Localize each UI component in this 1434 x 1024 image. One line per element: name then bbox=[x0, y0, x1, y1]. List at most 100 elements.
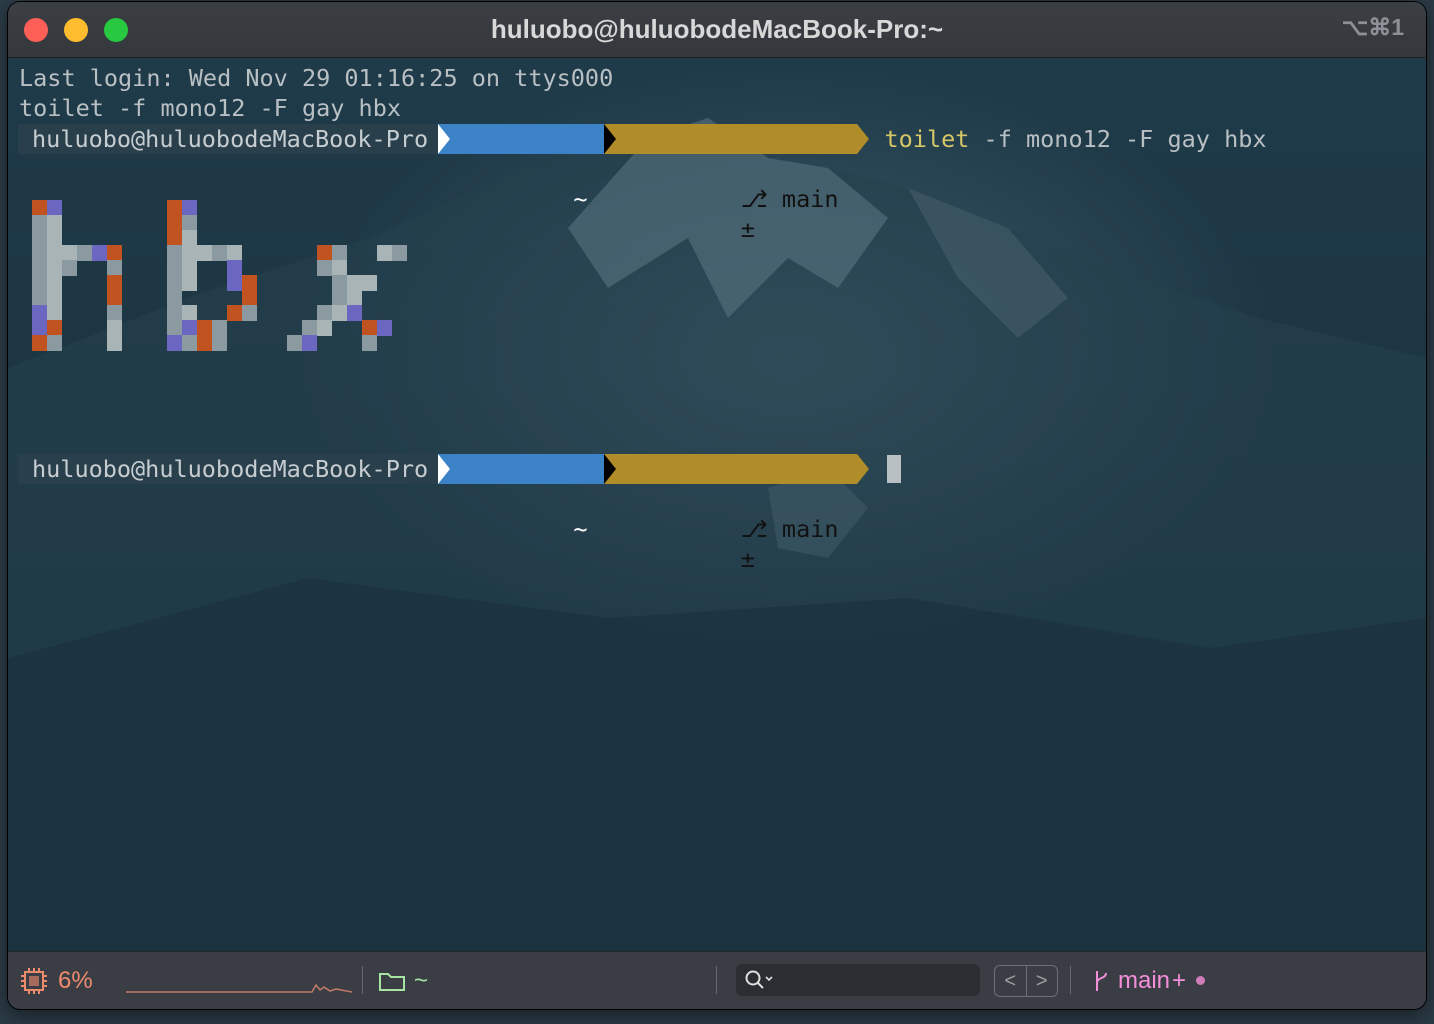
banner-pixel bbox=[47, 260, 62, 276]
banner-pixel bbox=[197, 245, 212, 261]
banner-pixel bbox=[167, 215, 182, 231]
banner-pixel bbox=[107, 320, 122, 336]
banner-pixel bbox=[347, 290, 362, 306]
cpu-indicator[interactable]: 6% bbox=[20, 952, 93, 1009]
banner-pixel bbox=[332, 290, 347, 306]
prompt-dir: ~ bbox=[573, 185, 588, 213]
git-branch-icon bbox=[1096, 970, 1107, 991]
banner-pixel bbox=[182, 200, 197, 216]
current-folder[interactable]: ~ bbox=[378, 952, 428, 1009]
banner-pixel bbox=[32, 215, 47, 231]
banner-pixel bbox=[242, 275, 257, 291]
banner-pixel bbox=[62, 245, 77, 261]
prompt-git-branch: main bbox=[781, 515, 839, 543]
banner-pixel bbox=[167, 245, 182, 261]
last-login-line: Last login: Wed Nov 29 01:16:25 on ttys0… bbox=[19, 64, 614, 92]
segment-end-arrow-icon bbox=[856, 124, 869, 154]
banner-pixel bbox=[167, 200, 182, 216]
prompt-line-2: huluobo@huluobodeMacBook-Pro ~ ⎇ main ± bbox=[18, 454, 901, 573]
banner-pixel bbox=[32, 320, 47, 336]
terminal-content[interactable]: Last login: Wed Nov 29 01:16:25 on ttys0… bbox=[8, 58, 1426, 951]
folder-icon bbox=[379, 972, 405, 991]
prompt-git-status: ± bbox=[740, 215, 755, 243]
prompt-git-segment: ⎇ main ± bbox=[603, 124, 857, 243]
prompt-user-host: huluobo@huluobodeMacBook-Pro bbox=[18, 124, 439, 154]
banner-pixel bbox=[107, 275, 122, 291]
banner-pixel bbox=[92, 245, 107, 261]
chevron-left-icon: < bbox=[1004, 969, 1017, 992]
folder-path: ~ bbox=[414, 966, 429, 994]
banner-pixel bbox=[47, 290, 62, 306]
command-args: -f mono12 -F gay hbx bbox=[969, 125, 1267, 153]
search-input[interactable] bbox=[736, 964, 980, 996]
status-bar: 6% ~ < > main + bbox=[8, 951, 1426, 1009]
segment-separator-icon bbox=[603, 454, 616, 484]
banner-pixel bbox=[332, 275, 347, 291]
banner-pixel bbox=[242, 305, 257, 321]
banner-pixel bbox=[362, 320, 377, 336]
branch-status: + bbox=[1172, 966, 1187, 994]
banner-pixel bbox=[227, 245, 242, 261]
banner-pixel bbox=[47, 200, 62, 216]
banner-pixel bbox=[317, 245, 332, 261]
window-title: huluobo@huluobodeMacBook-Pro:~ bbox=[490, 14, 944, 44]
prompt-dir-segment: ~ bbox=[438, 124, 604, 213]
banner-pixel bbox=[302, 320, 317, 336]
banner-pixel bbox=[212, 320, 227, 336]
status-divider bbox=[362, 966, 363, 994]
banner-pixel bbox=[227, 260, 242, 276]
banner-pixel bbox=[362, 335, 377, 351]
banner-pixel bbox=[167, 290, 182, 306]
banner-pixel bbox=[362, 275, 377, 291]
banner-pixel bbox=[167, 275, 182, 291]
prompt-line-1: huluobo@huluobodeMacBook-Pro ~ ⎇ main ± … bbox=[18, 124, 1267, 243]
banner-pixel bbox=[182, 260, 197, 276]
search-prev-button[interactable]: < bbox=[995, 966, 1027, 996]
banner-pixel bbox=[317, 305, 332, 321]
banner-pixel bbox=[287, 335, 302, 351]
segment-separator-icon bbox=[603, 124, 616, 154]
banner-pixel bbox=[182, 320, 197, 336]
banner-pixel bbox=[32, 260, 47, 276]
banner-pixel bbox=[32, 275, 47, 291]
prompt-user-host: huluobo@huluobodeMacBook-Pro bbox=[18, 454, 439, 484]
banner-pixel bbox=[377, 245, 392, 261]
command-name: toilet bbox=[884, 125, 970, 153]
banner-pixel bbox=[107, 335, 122, 351]
terminal-window: huluobo@huluobodeMacBook-Pro:~ ⌥⌘1 Last … bbox=[8, 2, 1426, 1009]
banner-pixel bbox=[197, 335, 212, 351]
banner-pixel bbox=[332, 260, 347, 276]
banner-pixel bbox=[332, 305, 347, 321]
banner-pixel bbox=[317, 260, 332, 276]
banner-pixel bbox=[107, 245, 122, 261]
branch-name: main bbox=[1118, 966, 1171, 994]
search-next-button[interactable]: > bbox=[1027, 966, 1058, 996]
status-divider bbox=[716, 966, 717, 994]
chevron-right-icon: > bbox=[1035, 969, 1048, 992]
banner-pixel bbox=[167, 230, 182, 246]
banner-pixel bbox=[392, 245, 407, 261]
git-branch-indicator[interactable]: main + bbox=[1092, 952, 1206, 1009]
banner-pixel bbox=[167, 335, 182, 351]
banner-pixel bbox=[167, 260, 182, 276]
banner-pixel bbox=[182, 230, 197, 246]
banner-pixel bbox=[212, 245, 227, 261]
banner-pixel bbox=[227, 305, 242, 321]
title-bar: huluobo@huluobodeMacBook-Pro:~ ⌥⌘1 bbox=[8, 2, 1426, 58]
prompt-git-status: ± bbox=[740, 545, 755, 573]
banner-pixel bbox=[212, 335, 227, 351]
prompt-git-segment: ⎇ main ± bbox=[603, 454, 857, 573]
text-cursor bbox=[886, 455, 901, 483]
prompt-dir: ~ bbox=[573, 515, 588, 543]
search-icon bbox=[745, 970, 773, 989]
banner-pixel bbox=[317, 320, 332, 336]
banner-pixel bbox=[242, 290, 257, 306]
banner-pixel bbox=[47, 335, 62, 351]
banner-pixel bbox=[182, 335, 197, 351]
window-shortcut: ⌥⌘1 bbox=[1341, 14, 1404, 40]
banner-pixel bbox=[107, 305, 122, 321]
banner-pixel bbox=[32, 290, 47, 306]
banner-pixel bbox=[227, 275, 242, 291]
banner-pixel bbox=[182, 215, 197, 231]
status-divider bbox=[1070, 966, 1071, 994]
